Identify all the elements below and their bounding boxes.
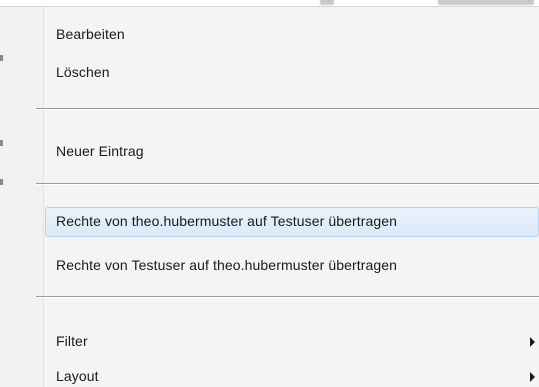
menu-item-label: Filter [56,333,88,349]
chevron-right-icon [530,372,535,382]
menu-separator [36,296,539,298]
context-menu: Bearbeiten Löschen Neuer Eintrag Rechte … [0,6,539,387]
menu-item-label: Layout [56,368,99,384]
menu-item-label: Bearbeiten [56,26,125,42]
menu-item-bearbeiten[interactable]: Bearbeiten [0,20,539,50]
menu-item-filter[interactable]: Filter [0,327,539,357]
menu-item-label: Rechte von theo.hubermuster auf Testuser… [56,213,398,229]
menu-item-rechte-testuser-auf-theo[interactable]: Rechte von Testuser auf theo.hubermuster… [0,251,539,281]
chevron-right-icon [530,337,535,347]
menu-item-neuer-eintrag[interactable]: Neuer Eintrag [0,137,539,167]
menu-separator [36,108,539,110]
left-edge-mark [0,179,3,185]
menu-item-rechte-theo-auf-testuser[interactable]: Rechte von theo.hubermuster auf Testuser… [45,207,539,237]
menu-item-label: Löschen [56,64,110,80]
menu-item-label: Rechte von Testuser auf theo.hubermuster… [56,257,398,273]
menu-item-loeschen[interactable]: Löschen [0,58,539,88]
screen: Bearbeiten Löschen Neuer Eintrag Rechte … [0,0,539,387]
menu-item-label: Neuer Eintrag [56,143,144,159]
menu-separator [36,183,539,185]
menu-item-layout[interactable]: Layout [0,362,539,387]
